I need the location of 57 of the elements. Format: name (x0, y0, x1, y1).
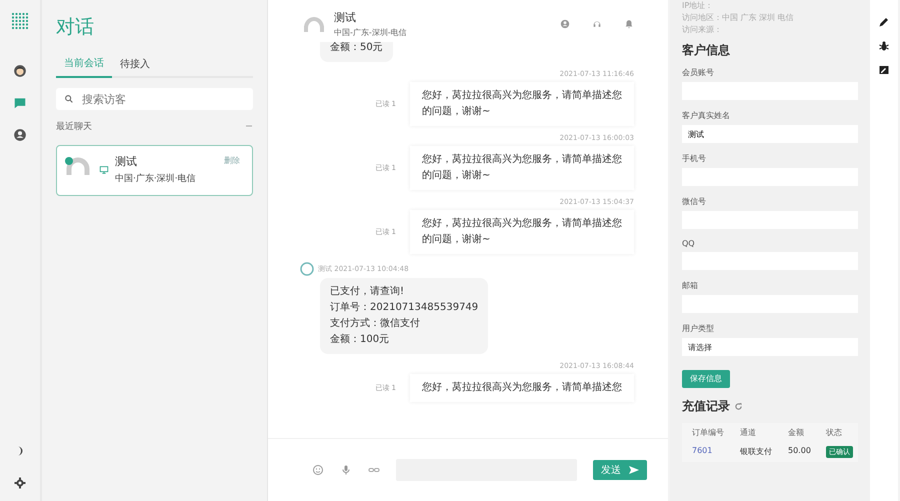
contact-location: 中国·广东·深圳·电信 (115, 172, 197, 185)
user-icon[interactable] (560, 19, 570, 29)
tab[interactable]: 当前会话 (56, 56, 112, 78)
contact-name: 测试 (115, 154, 138, 169)
bug-icon[interactable] (878, 40, 890, 52)
visit-info: 访问地区：中国 广东 深圳 电信 (682, 12, 795, 24)
bell-icon[interactable] (624, 19, 634, 29)
search-icon[interactable] (64, 94, 74, 104)
refresh-icon[interactable] (734, 402, 743, 410)
contact-name: 测试 (334, 10, 357, 25)
section-title: 客户信息 (682, 42, 730, 59)
field-label: 客户真实姓名 (682, 110, 731, 121)
field-label: 微信号 (682, 196, 707, 207)
search-field[interactable]: 搜索访客 (56, 88, 253, 110)
tab[interactable]: 待接入 (112, 56, 158, 78)
message-bubble: 您好，莴拉拉很高兴为您服务，请简单描述您的问题，谢谢~ (410, 82, 634, 126)
headset-icon[interactable] (592, 19, 602, 29)
microphone-icon[interactable] (340, 464, 352, 476)
section-title: 充值记录 (682, 398, 730, 414)
section-label: 最近聊天 (56, 120, 92, 133)
image-edit-icon[interactable] (878, 64, 890, 76)
order-link[interactable]: 7601 (692, 446, 736, 458)
pencil-icon[interactable] (878, 16, 890, 28)
message-bubble: 您好，莴拉拉很高兴为您服务，请简单描述您的问题，谢谢~ (410, 146, 634, 190)
save-button[interactable]: 保存信息 (682, 370, 730, 388)
emoji-icon[interactable] (312, 464, 324, 476)
logo-icon (11, 12, 29, 30)
visit-info: 访问来源： (682, 24, 723, 36)
column-header: 状态 (826, 426, 843, 438)
input-field[interactable]: 测试 (682, 125, 858, 143)
field-label: 邮箱 (682, 280, 699, 291)
message-bubble: 您好，莴拉拉很高兴为您服务，请简单描述您的问题，谢谢~ (410, 210, 634, 254)
message-bubble: 您好，莴拉拉很高兴为您服务，请简单描述您 (410, 374, 634, 402)
page-title: 对话 (56, 15, 95, 40)
field-label: QQ (682, 239, 696, 248)
delete-link[interactable]: 删除 (218, 154, 246, 167)
settings-icon[interactable] (14, 477, 26, 489)
send-icon (629, 465, 639, 475)
user-icon[interactable] (13, 128, 27, 142)
column-header: 金额 (788, 426, 805, 438)
field-label: 会员账号 (682, 67, 715, 78)
avatar-icon[interactable] (13, 64, 27, 78)
column-header: 订单编号 (692, 426, 725, 438)
field-label: 手机号 (682, 153, 707, 164)
message-bubble: 已支付，请查询! 订单号：20210713485539749 支付方式：微信支付 金额：100元 (320, 278, 488, 354)
field-label: 用户类型 (682, 323, 715, 334)
contact-location: 中国-广东-深圳-电信 (334, 27, 408, 38)
send-button[interactable]: 发送 (593, 460, 647, 480)
column-header: 通道 (740, 426, 757, 438)
table-cell-text: 50.00 (788, 446, 812, 456)
select-field[interactable]: 请选择 (682, 338, 858, 356)
avatar-icon (300, 262, 314, 276)
table-cell-text: 银联支付 (740, 446, 773, 458)
monitor-icon[interactable] (99, 164, 109, 174)
visit-info: IP地址： (682, 0, 714, 12)
conversation-item[interactable]: 测试 中国·广东·深圳·电信 删除 (56, 145, 253, 196)
chat-icon[interactable] (13, 96, 27, 110)
